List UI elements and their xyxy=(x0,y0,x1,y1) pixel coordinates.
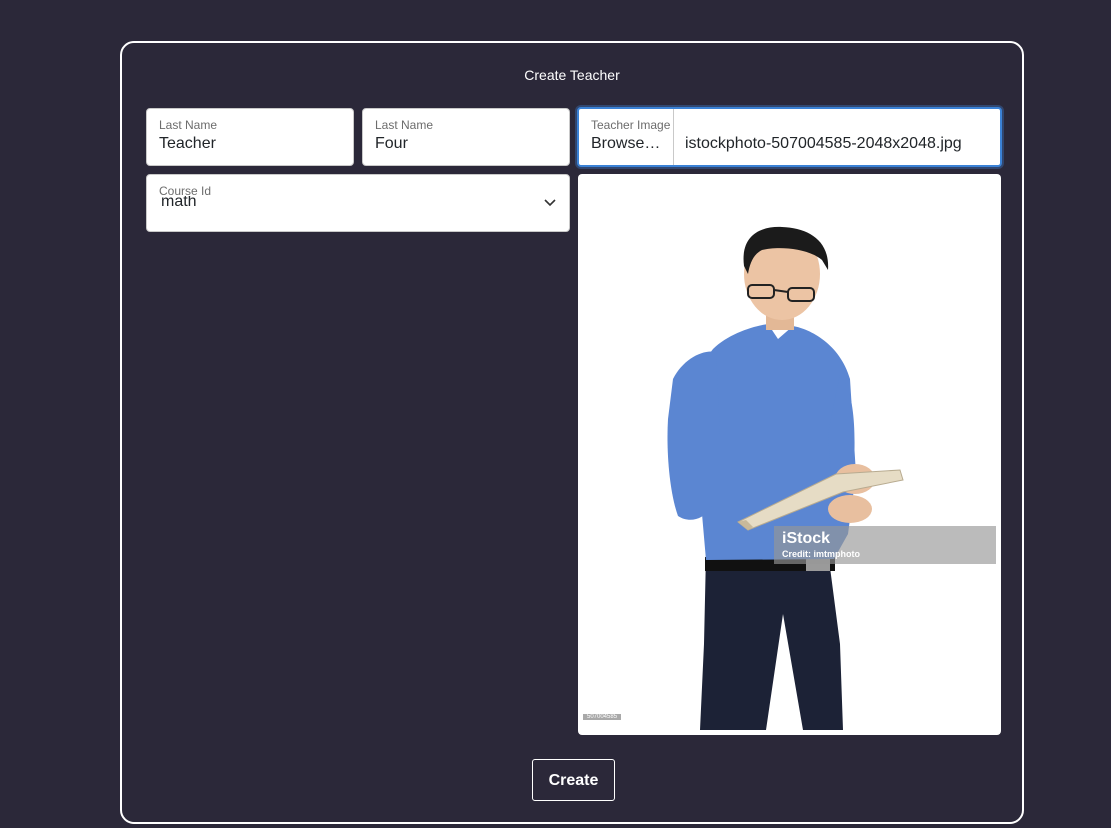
course-id-select[interactable]: Course Id math xyxy=(146,174,570,232)
last-name-value-2: Four xyxy=(375,135,408,152)
form-title: Create Teacher xyxy=(524,67,620,83)
create-teacher-card: Create Teacher Last Name Teacher Last Na… xyxy=(120,41,1024,824)
watermark-credit: Credit: imtmphoto xyxy=(782,549,860,559)
browse-button[interactable]: Browse… xyxy=(579,109,674,165)
course-id-label: Course Id xyxy=(159,184,212,198)
teacher-image-file-input[interactable]: Teacher Image Browse… istockphoto-507004… xyxy=(577,107,1002,167)
browse-button-label: Browse… xyxy=(591,135,661,152)
watermark-brand: iStock xyxy=(782,530,831,547)
teacher-image-preview: iStock Credit: imtmphoto 507004585 xyxy=(578,174,1001,735)
chevron-down-icon xyxy=(544,199,556,207)
selected-file-name: istockphoto-507004585-2048x2048.jpg xyxy=(685,135,962,152)
istock-watermark: iStock Credit: imtmphoto xyxy=(774,526,996,564)
photo-id: 507004585 xyxy=(583,714,622,720)
last-name-field-2[interactable]: Last Name Four xyxy=(362,108,570,166)
last-name-label-2: Last Name xyxy=(375,118,434,132)
create-button[interactable]: Create xyxy=(532,759,615,801)
last-name-label-1: Last Name xyxy=(159,118,218,132)
last-name-field-1[interactable]: Last Name Teacher xyxy=(146,108,354,166)
last-name-value-1: Teacher xyxy=(159,135,216,152)
teacher-photo xyxy=(667,226,904,730)
